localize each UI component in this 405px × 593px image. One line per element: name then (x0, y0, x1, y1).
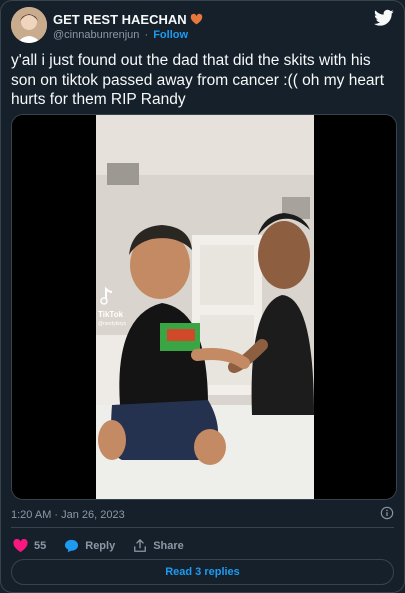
avatar-image (11, 7, 47, 43)
tweet-actions: 55 Reply Share (13, 537, 198, 555)
read-replies-button[interactable]: Read 3 replies (11, 559, 394, 585)
display-name[interactable]: GET REST HAECHAN (53, 12, 187, 27)
info-icon[interactable] (380, 506, 394, 520)
orange-heart-icon (190, 13, 202, 25)
tweet-card: GET REST HAECHAN @cinnabunrenjun · Follo… (0, 0, 405, 593)
video-frame: TikTok @randyboys (12, 115, 396, 499)
divider (11, 527, 394, 528)
heart-icon (13, 539, 28, 553)
separator-dot: · (144, 29, 149, 41)
read-replies-label: Read 3 replies (165, 566, 240, 578)
reply-button[interactable]: Reply (64, 539, 115, 553)
tweet-timestamp[interactable]: 1:20 AM · Jan 26, 2023 (11, 509, 125, 521)
tiktok-watermark-label: TikTok (98, 310, 124, 319)
share-button[interactable]: Share (133, 539, 184, 553)
share-icon (134, 539, 147, 552)
tweet-video[interactable]: TikTok @randyboys (11, 114, 397, 500)
twitter-bird-icon[interactable] (374, 9, 394, 27)
reply-bubble-icon (65, 539, 79, 553)
handle-row: @cinnabunrenjun · Follow (53, 29, 188, 41)
tiktok-watermark-handle: @randyboys (98, 321, 127, 327)
user-handle[interactable]: @cinnabunrenjun (53, 29, 139, 41)
avatar[interactable] (11, 7, 47, 43)
like-count: 55 (34, 540, 47, 552)
reply-label: Reply (85, 540, 116, 552)
like-button[interactable]: 55 (13, 539, 46, 553)
tweet-header: GET REST HAECHAN @cinnabunrenjun · Follo… (11, 7, 394, 47)
display-name-row[interactable]: GET REST HAECHAN (53, 12, 203, 27)
share-label: Share (153, 540, 184, 552)
follow-link[interactable]: Follow (153, 29, 188, 41)
tweet-text: y'all i just found out the dad that did … (11, 52, 385, 108)
